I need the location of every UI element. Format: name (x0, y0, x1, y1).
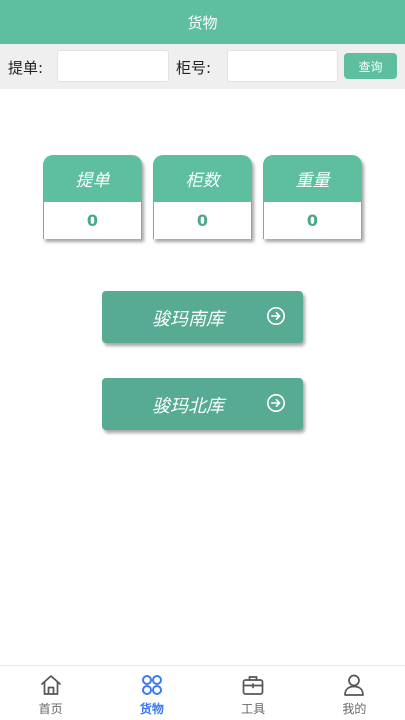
stat-card-weight: 重量 0 (263, 155, 362, 239)
stat-label: 提单 (43, 155, 142, 202)
home-icon (40, 675, 61, 695)
stat-value: 0 (153, 202, 252, 239)
stat-label: 重量 (263, 155, 362, 202)
tab-goods[interactable]: 货物 (101, 666, 202, 720)
bill-input[interactable] (57, 50, 169, 82)
page-header: 货物 (0, 0, 405, 44)
tab-mine[interactable]: 我的 (304, 666, 405, 720)
bill-label: 提单: (8, 59, 44, 77)
warehouse-label: 骏玛南库 (152, 309, 224, 330)
warehouse-label: 骏玛北库 (152, 396, 224, 417)
arrow-circle-right-icon (267, 394, 285, 412)
stat-value: 0 (263, 202, 362, 239)
tab-label: 货物 (139, 702, 164, 716)
briefcase-icon (242, 676, 264, 695)
tab-label: 工具 (241, 702, 266, 716)
warehouse-north-button[interactable]: 骏玛北库 (102, 378, 303, 430)
user-icon (344, 674, 365, 696)
grid-icon (141, 675, 162, 695)
bottom-tab-bar: 首页 货物 工具 我的 (0, 665, 405, 720)
tab-home[interactable]: 首页 (0, 666, 101, 720)
tab-label: 首页 (38, 702, 63, 716)
container-label: 柜号: (176, 59, 212, 77)
stat-card-bill: 提单 0 (43, 155, 142, 239)
tab-tools[interactable]: 工具 (203, 666, 304, 720)
tab-label: 我的 (342, 702, 367, 716)
container-input[interactable] (227, 50, 338, 82)
stat-card-containers: 柜数 0 (153, 155, 252, 239)
query-button[interactable]: 查询 (344, 53, 397, 79)
page-title: 货物 (187, 13, 218, 32)
stat-value: 0 (43, 202, 142, 239)
warehouse-south-button[interactable]: 骏玛南库 (102, 291, 303, 343)
stat-label: 柜数 (153, 155, 252, 202)
arrow-circle-right-icon (267, 307, 285, 325)
search-bar: 提单: 柜号: 查询 (0, 44, 405, 89)
